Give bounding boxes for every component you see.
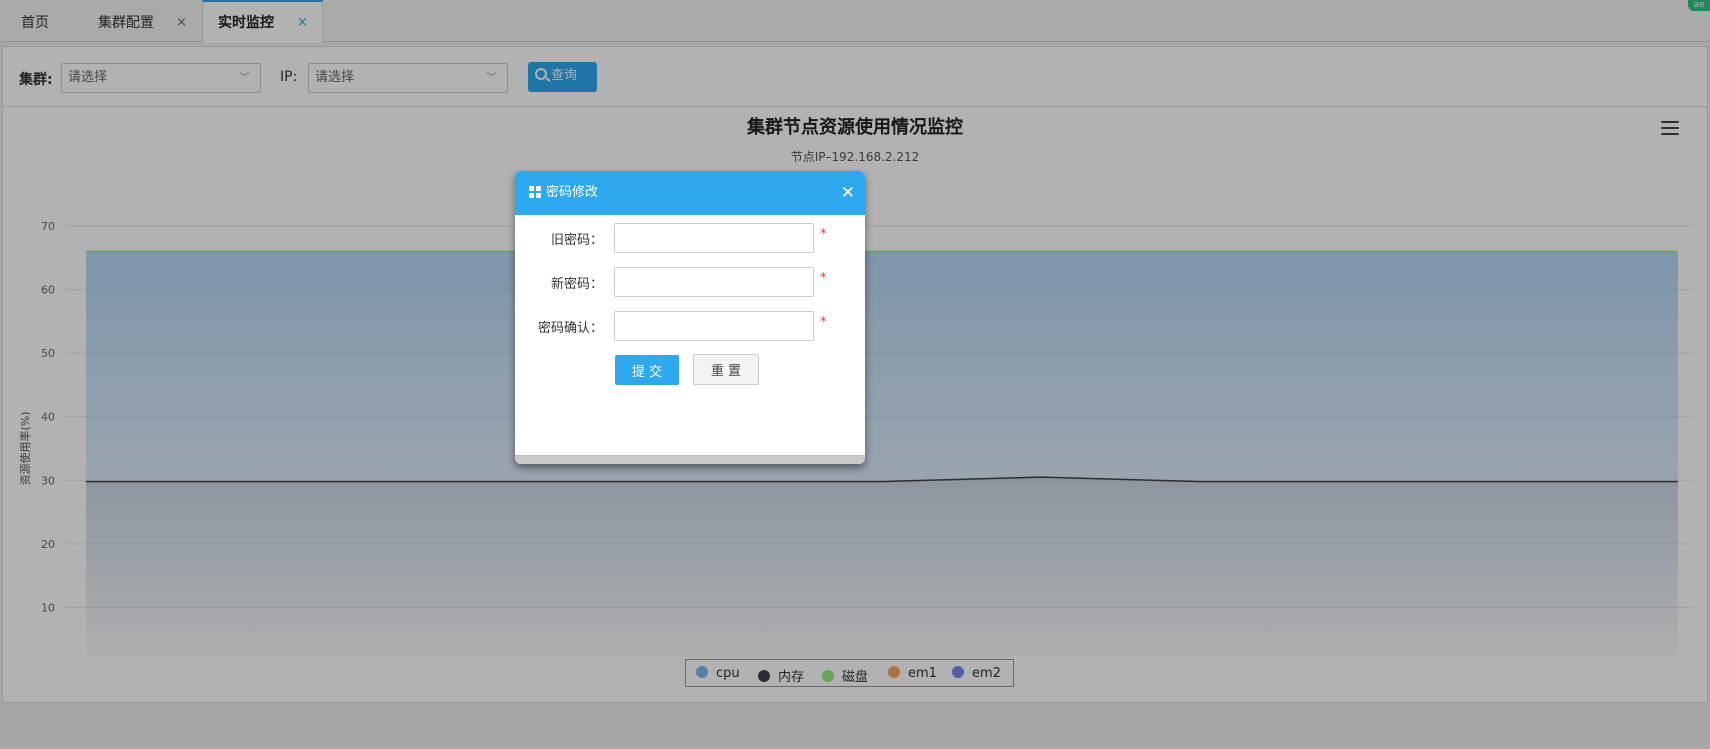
old-password-label: 旧密码：	[550, 233, 603, 248]
new-password-row: 新密码： *	[515, 267, 865, 297]
required-mark: *	[820, 227, 827, 242]
dialog-footer-bar	[515, 455, 865, 464]
new-password-label: 新密码：	[550, 277, 603, 292]
dialog-title: 密码修改	[546, 185, 599, 200]
old-password-field[interactable]	[614, 223, 814, 253]
dialog-header: 密码修改 ✕	[515, 171, 865, 215]
submit-button[interactable]: 提 交	[615, 355, 679, 385]
old-password-row: 旧密码： *	[515, 223, 865, 253]
confirm-password-row: 密码确认： *	[515, 311, 865, 341]
reset-button[interactable]: 重 置	[693, 354, 759, 385]
confirm-password-field[interactable]	[614, 311, 814, 341]
confirm-password-label: 密码确认：	[537, 321, 603, 336]
password-change-dialog: 密码修改 ✕ 旧密码： * 新密码： * 密码确认： * 提 交 重 置	[515, 171, 865, 464]
new-password-field[interactable]	[614, 267, 814, 297]
close-icon[interactable]: ✕	[841, 171, 855, 215]
grid-icon	[529, 186, 541, 198]
required-mark: *	[820, 271, 827, 286]
required-mark: *	[820, 315, 827, 330]
